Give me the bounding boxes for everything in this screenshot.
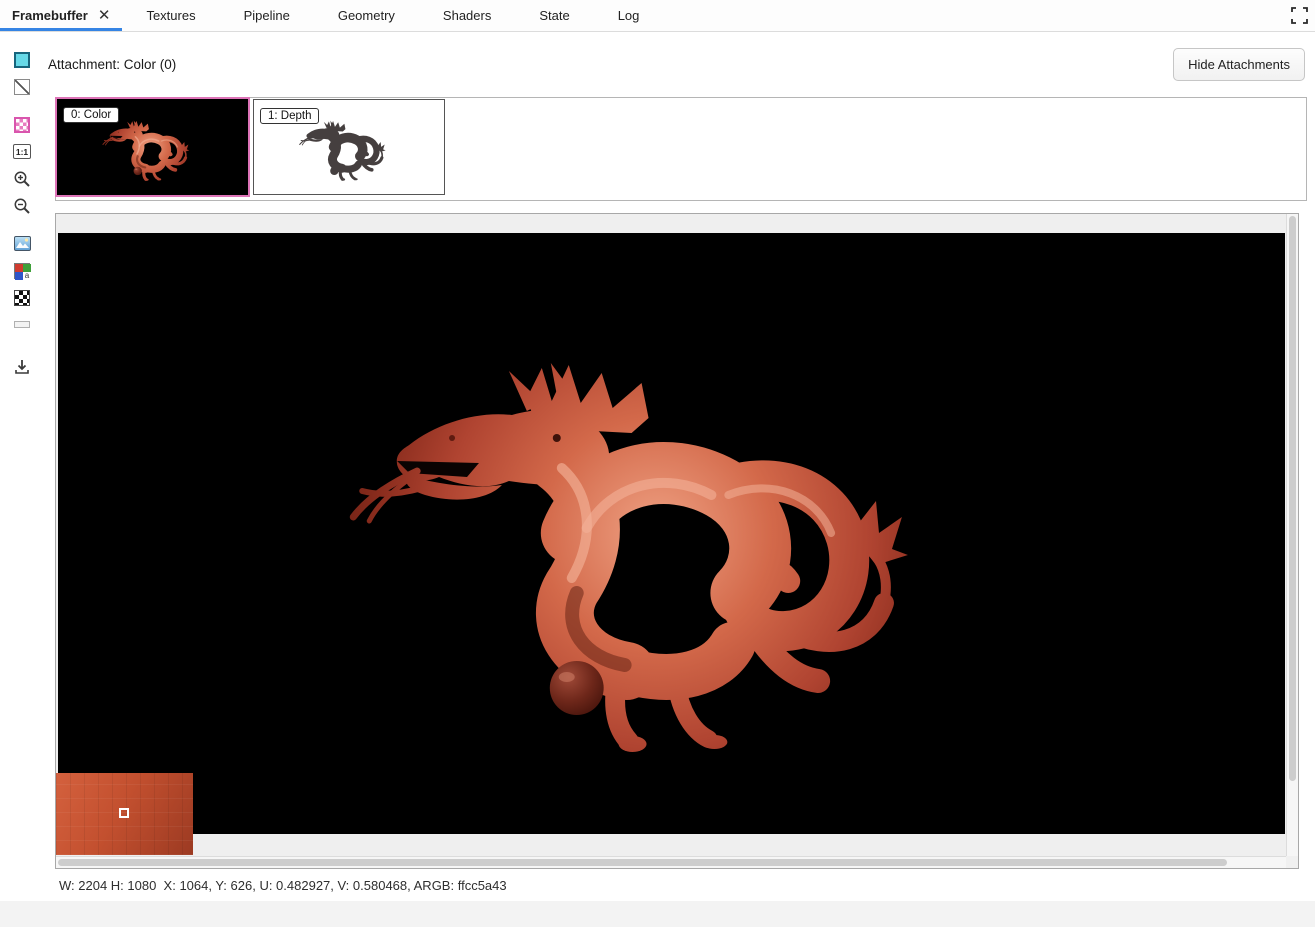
tab-textures[interactable]: Textures xyxy=(122,0,219,31)
zoom-out-icon[interactable] xyxy=(8,192,36,219)
color-channels-icon[interactable]: a xyxy=(8,257,36,284)
panel-header: Attachment: Color (0) Hide Attachments xyxy=(48,47,1305,81)
vertical-scrollbar-thumb[interactable] xyxy=(1289,216,1296,781)
fullscreen-icon[interactable] xyxy=(1283,0,1315,31)
attachment-thumb-color[interactable]: 0: Color xyxy=(55,97,250,197)
tab-label: Log xyxy=(618,8,640,23)
actual-size-icon[interactable]: 1:1 xyxy=(8,138,36,165)
tab-pipeline[interactable]: Pipeline xyxy=(220,0,314,31)
save-image-icon[interactable] xyxy=(8,353,36,380)
transparent-background-icon[interactable] xyxy=(8,73,36,100)
scrollbar-corner xyxy=(1286,856,1298,868)
attachment-badge: 0: Color xyxy=(63,107,119,123)
tab-label: Pipeline xyxy=(244,8,290,23)
tab-label: Shaders xyxy=(443,8,491,23)
framebuffer-panel: Attachment: Color (0) Hide Attachments 0… xyxy=(44,33,1315,927)
tab-shaders[interactable]: Shaders xyxy=(419,0,515,31)
tab-geometry[interactable]: Geometry xyxy=(314,0,419,31)
zoom-in-icon[interactable] xyxy=(8,165,36,192)
dragon-render xyxy=(58,233,1285,834)
tab-label: Textures xyxy=(146,8,195,23)
tab-framebuffer[interactable]: Framebuffer ✕ xyxy=(0,0,122,31)
tab-label: Framebuffer xyxy=(12,8,88,23)
solid-background-icon[interactable] xyxy=(8,46,36,73)
flatten-icon[interactable] xyxy=(8,311,36,338)
tab-label: Geometry xyxy=(338,8,395,23)
checkerboard-icon[interactable] xyxy=(8,284,36,311)
tab-log[interactable]: Log xyxy=(594,0,664,31)
tab-label: State xyxy=(539,8,569,23)
left-toolbar: 1:1 a xyxy=(0,33,44,927)
status-bar: W: 2204 H: 1080 X: 1064, Y: 626, U: 0.48… xyxy=(59,873,1305,897)
framebuffer-viewer[interactable] xyxy=(55,213,1299,869)
tabbar-spacer xyxy=(663,0,1283,31)
hide-attachments-button[interactable]: Hide Attachments xyxy=(1173,48,1305,81)
pink-checker-icon[interactable] xyxy=(8,111,36,138)
framebuffer-canvas[interactable] xyxy=(58,233,1285,834)
footer-strip xyxy=(0,901,1315,927)
image-icon[interactable] xyxy=(8,230,36,257)
tab-bar: Framebuffer ✕ Textures Pipeline Geometry… xyxy=(0,0,1315,32)
magnifier-center-pixel xyxy=(119,808,129,818)
vertical-scrollbar[interactable] xyxy=(1286,214,1298,856)
attachments-strip: 0: Color 1: Depth xyxy=(55,97,1307,201)
blue-channel-swatch xyxy=(15,272,23,280)
red-channel-swatch xyxy=(15,264,23,272)
horizontal-scrollbar-thumb[interactable] xyxy=(58,859,1227,866)
pixel-info-text: W: 2204 H: 1080 X: 1064, Y: 626, U: 0.48… xyxy=(59,878,507,893)
attachment-thumb-depth[interactable]: 1: Depth xyxy=(253,99,445,195)
attachment-label: Attachment: Color (0) xyxy=(48,57,176,72)
attachment-badge: 1: Depth xyxy=(260,108,319,124)
tab-state[interactable]: State xyxy=(515,0,593,31)
pixel-magnifier xyxy=(56,773,193,855)
close-tab-icon[interactable]: ✕ xyxy=(98,8,111,23)
horizontal-scrollbar[interactable] xyxy=(56,856,1286,868)
alpha-channel-swatch: a xyxy=(23,272,31,280)
